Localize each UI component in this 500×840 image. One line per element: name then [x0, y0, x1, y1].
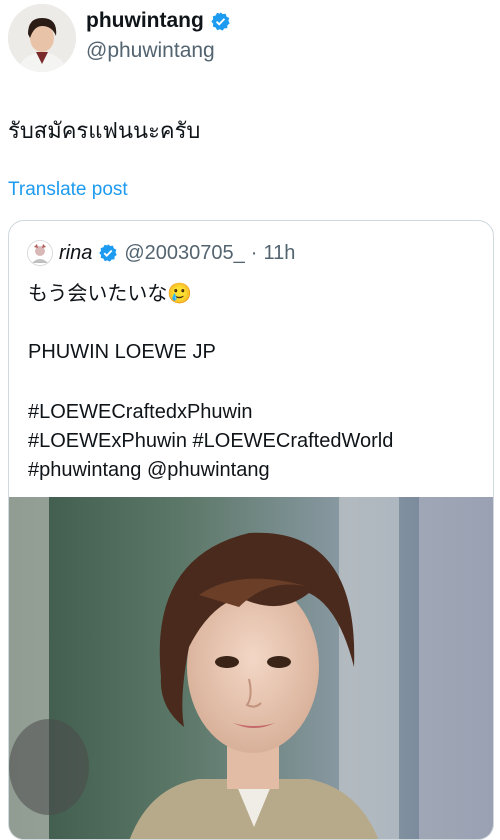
quote-hashtag-line[interactable]: #LOEWExPhuwin #LOEWECraftedWorld	[28, 430, 393, 453]
author-handle[interactable]: @phuwintang	[86, 39, 215, 63]
portrait-photo-icon	[9, 497, 493, 839]
quote-header: rina @20030705_ · 11h	[27, 240, 295, 266]
quote-text-line: もう会いたいな🥲	[28, 283, 193, 305]
profile-photo-icon	[8, 4, 76, 72]
quote-avatar[interactable]	[27, 240, 53, 266]
quote-card[interactable]: rina @20030705_ · 11h もう会いたいな🥲 PHUWIN LO…	[8, 220, 494, 840]
quote-author-handle[interactable]: @20030705_	[124, 242, 244, 265]
quote-text-line: PHUWIN LOEWE JP	[28, 341, 216, 363]
verified-badge-icon	[211, 11, 230, 31]
quote-author-name[interactable]: rina	[59, 242, 92, 265]
author-avatar[interactable]	[8, 4, 76, 72]
verified-badge-icon	[99, 244, 118, 262]
post-text: รับสมัครแฟนนะครับ	[8, 118, 201, 143]
translate-post-link[interactable]: Translate post	[8, 179, 128, 201]
quote-hashtag-line[interactable]: #LOEWECraftedxPhuwin	[28, 401, 253, 424]
quote-avatar-icon	[28, 241, 52, 265]
quote-time[interactable]: 11h	[263, 242, 295, 265]
quote-photo[interactable]	[9, 497, 493, 839]
quote-separator: ·	[250, 241, 258, 264]
quote-hashtag-line[interactable]: #phuwintang @phuwintang	[28, 459, 270, 482]
author-name-text[interactable]: phuwintang	[86, 9, 204, 33]
author-name[interactable]: phuwintang	[86, 9, 231, 33]
